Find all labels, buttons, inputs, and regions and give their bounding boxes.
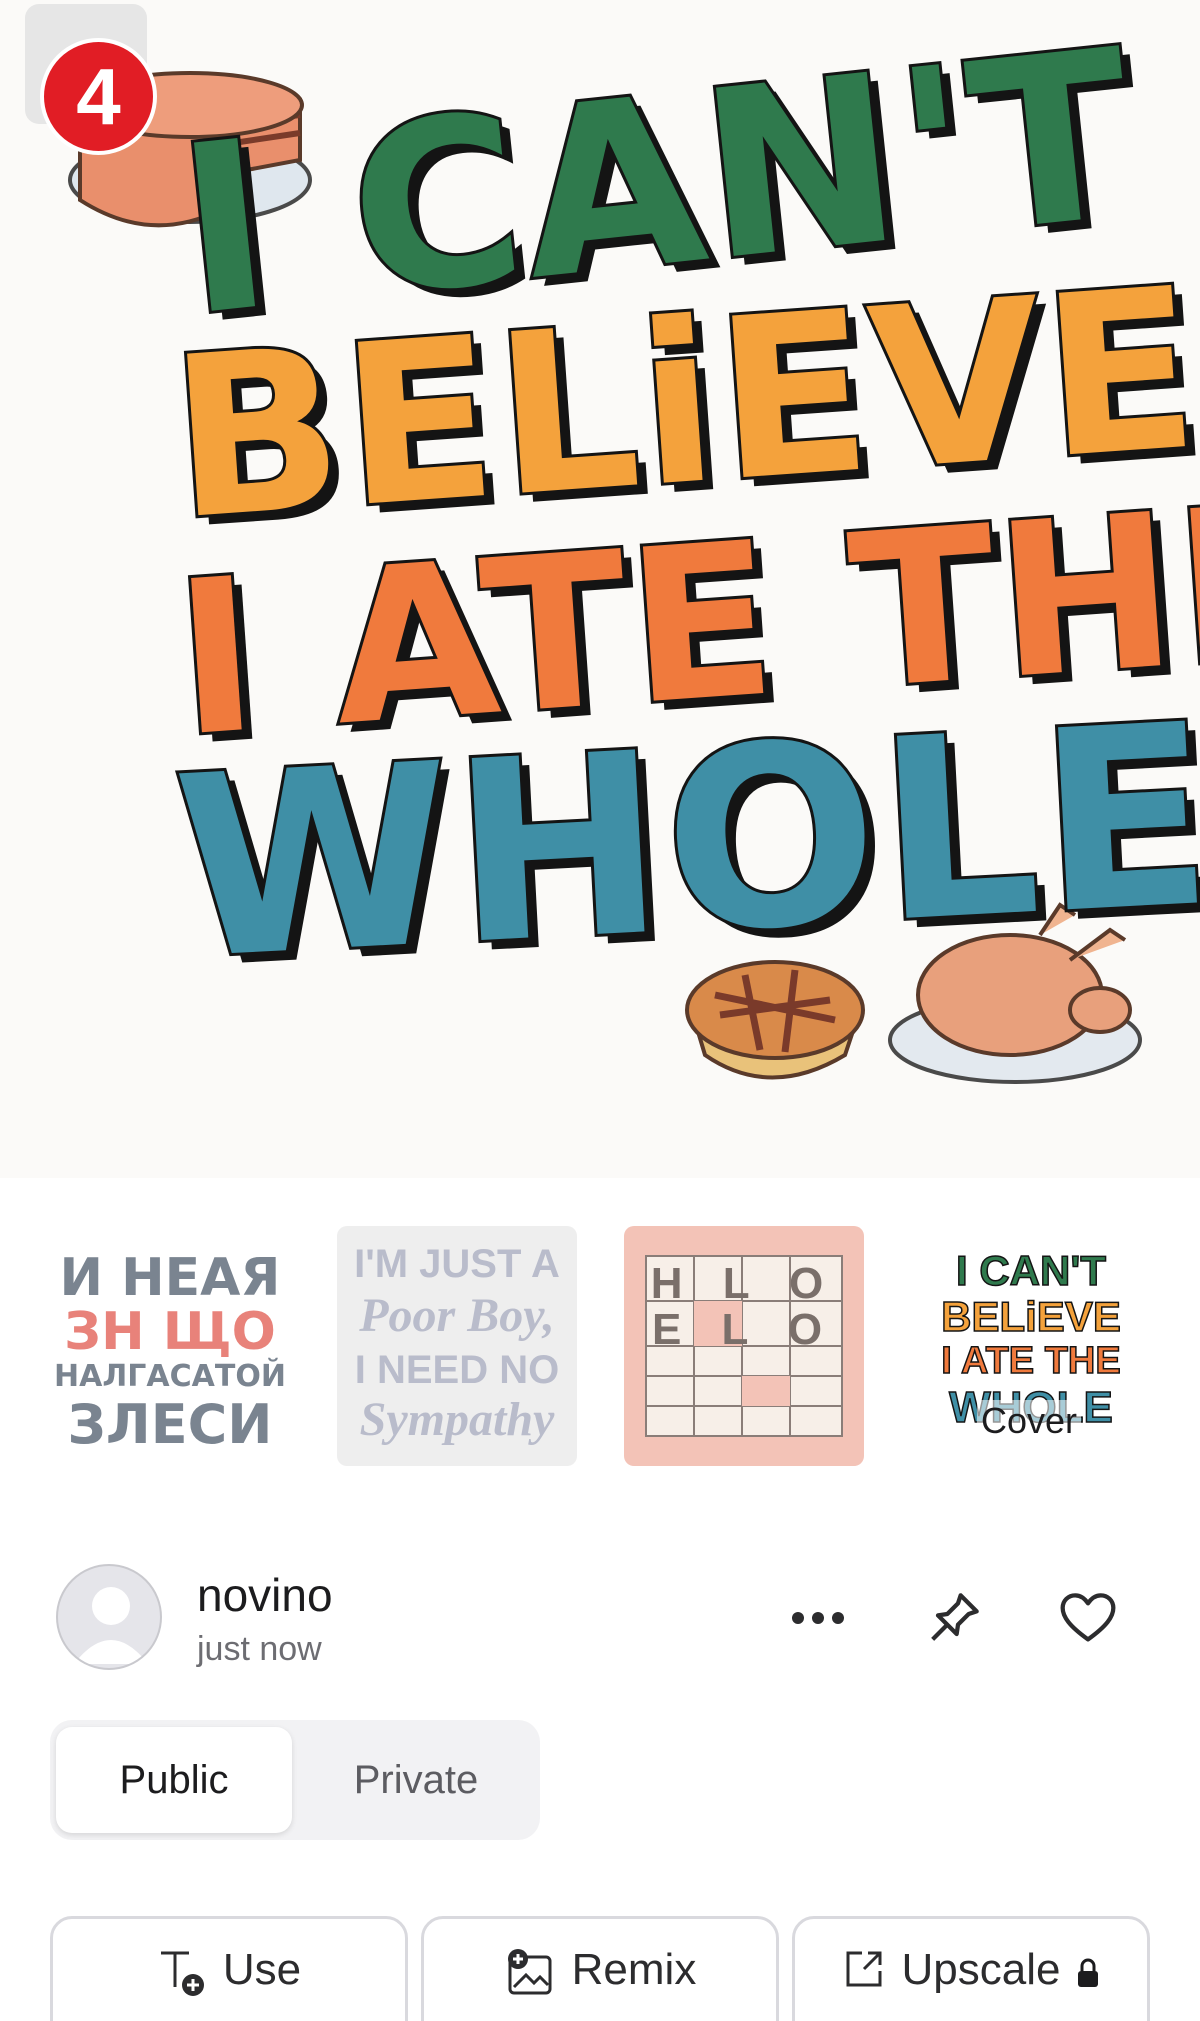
thumbnail-text: Poor Boy, — [359, 1289, 555, 1342]
image-add-icon — [507, 1949, 552, 1995]
text-add-icon — [160, 1951, 204, 1996]
thumbnail-strip: И НЕАЯ ЗН ЩО НАЛГАСАТОЙ ЗЛЕСИ I'M JUST A… — [0, 1226, 1200, 1466]
author-row: novino just now — [56, 1564, 1156, 1674]
remix-button[interactable]: Remix — [421, 1916, 779, 2021]
thumbnail-text: НАЛГАСАТОЙ — [54, 1359, 286, 1394]
visibility-private-option[interactable]: Private — [298, 1727, 534, 1833]
thumbnail-text: E L O — [651, 1305, 837, 1354]
heart-icon — [1060, 1593, 1116, 1642]
upscale-button-label: Upscale — [901, 1945, 1061, 1994]
hero-line-4: WHOLE — [166, 667, 1200, 1018]
use-button[interactable]: Use — [50, 1916, 408, 2021]
pin-button[interactable] — [918, 1582, 990, 1654]
hero-lettering: I CAN'T BELiEVE I ATE THE WHOLE — [0, 0, 1200, 1178]
thumbnail-text: I CAN'T — [955, 1247, 1106, 1294]
upscale-button[interactable]: Upscale — [792, 1916, 1150, 2021]
action-bar: Use Remix Upscale — [0, 1916, 1200, 2021]
thumbnail-text: Sympathy — [359, 1393, 555, 1446]
image-count-badge: 4 — [40, 38, 157, 155]
avatar[interactable] — [56, 1564, 162, 1670]
hero-image[interactable]: I CAN'T BELiEVE I ATE THE WHOLE 4 — [0, 0, 1200, 1178]
thumbnail-1[interactable]: И НЕАЯ ЗН ЩО НАЛГАСАТОЙ ЗЛЕСИ — [50, 1226, 290, 1466]
thumbnail-text: И НЕАЯ — [59, 1248, 281, 1308]
thumbnail-text: I NEED NO — [354, 1348, 560, 1392]
lock-icon — [1078, 1958, 1099, 1987]
thumbnail-text: I'M JUST A — [354, 1242, 560, 1286]
more-options-button[interactable] — [782, 1582, 854, 1654]
pin-icon — [931, 1593, 979, 1641]
cover-label: Cover — [977, 1400, 1082, 1442]
username[interactable]: novino — [197, 1568, 333, 1622]
visibility-toggle: Public Private — [50, 1720, 540, 1840]
visibility-public-option[interactable]: Public — [56, 1727, 292, 1833]
user-silhouette-icon — [74, 1587, 148, 1664]
expand-icon — [846, 1951, 882, 1987]
thumbnail-3[interactable]: H L O E L O — [624, 1226, 864, 1466]
thumbnail-text: I ATE THE — [941, 1340, 1122, 1382]
thumbnail-text: ЗЛЕСИ — [67, 1393, 273, 1456]
post-timestamp: just now — [197, 1630, 322, 1668]
thumbnail-2[interactable]: I'M JUST A Poor Boy, I NEED NO Sympathy — [337, 1226, 577, 1466]
thumbnail-text: ЗН ЩО — [64, 1302, 276, 1362]
thumbnail-4-cover[interactable]: I CAN'T BELiEVE I ATE THE WHOLE Cover — [911, 1226, 1151, 1466]
remix-button-label: Remix — [571, 1945, 697, 1994]
thumbnail-text: H L O — [650, 1259, 838, 1308]
use-button-label: Use — [222, 1945, 302, 1994]
thumbnail-text: BELiEVE — [940, 1293, 1121, 1340]
like-button[interactable] — [1052, 1582, 1124, 1654]
ellipsis-icon — [792, 1612, 844, 1624]
